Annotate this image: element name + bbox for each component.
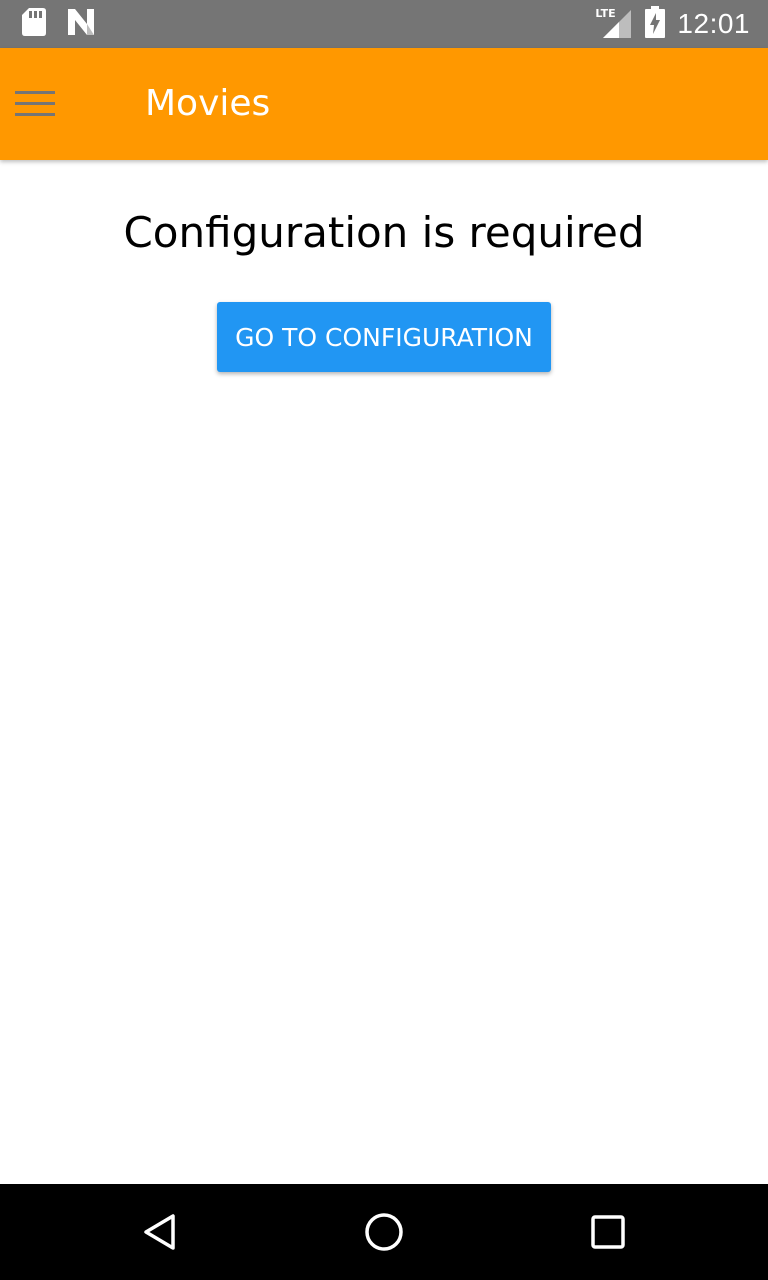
- navigation-bar: [0, 1184, 768, 1280]
- status-bar: LTE 12:01: [0, 0, 768, 48]
- status-right-icons: LTE 12:01: [595, 6, 750, 42]
- status-time: 12:01: [677, 8, 750, 39]
- n-notification-icon: [66, 9, 96, 39]
- status-left-icons: [22, 8, 96, 40]
- configuration-required-message: Configuration is required: [123, 208, 645, 257]
- recents-icon[interactable]: [584, 1208, 632, 1256]
- go-to-configuration-button[interactable]: GO TO CONFIGURATION: [217, 302, 551, 372]
- app-bar: Movies: [0, 48, 768, 160]
- main-content: Configuration is required GO TO CONFIGUR…: [0, 160, 768, 1184]
- app-screen: LTE 12:01 Movies Configuration is requir…: [0, 0, 768, 1280]
- hamburger-menu-icon[interactable]: [6, 76, 64, 132]
- battery-charging-icon: [645, 6, 666, 42]
- page-title: Movies: [145, 83, 271, 124]
- home-icon[interactable]: [360, 1208, 408, 1256]
- lte-signal-icon: LTE: [595, 8, 633, 40]
- network-type-label: LTE: [595, 7, 616, 20]
- sd-card-icon: [22, 8, 46, 40]
- back-icon[interactable]: [136, 1208, 184, 1256]
